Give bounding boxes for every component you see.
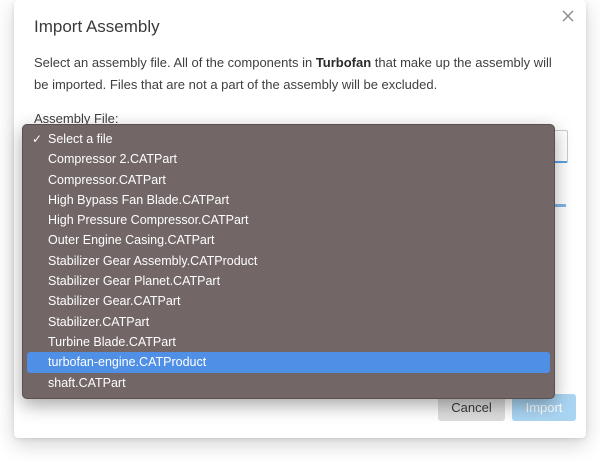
dropdown-option[interactable]: turbofan-engine.CATProduct <box>27 352 550 373</box>
dropdown-option-label: Stabilizer Gear.CATPart <box>48 294 181 309</box>
dropdown-option-label: Compressor.CATPart <box>48 172 166 187</box>
page: Import Assembly Select an assembly file.… <box>0 0 600 462</box>
checkmark-icon: ✓ <box>32 132 43 146</box>
description-text-start: Select an assembly file. All of the comp… <box>34 55 316 70</box>
dropdown-option-label: Turbine Blade.CATPart <box>48 334 176 349</box>
dropdown-option[interactable]: Stabilizer Gear Assembly.CATProduct <box>27 251 550 271</box>
dropdown-option[interactable]: High Pressure Compressor.CATPart <box>27 210 550 230</box>
dropdown-option-label: Select a file <box>48 132 113 146</box>
dropdown-option-label: turbofan-engine.CATProduct <box>48 355 207 370</box>
dropdown-option-label: High Bypass Fan Blade.CATPart <box>48 192 230 207</box>
dropdown-option[interactable]: Compressor.CATPart <box>27 170 550 190</box>
dropdown-option[interactable]: Turbine Blade.CATPart <box>27 332 550 352</box>
dropdown-option[interactable]: Compressor 2.CATPart <box>27 149 550 169</box>
dialog-title: Import Assembly <box>34 17 160 36</box>
dropdown-option[interactable]: Stabilizer Gear.CATPart <box>27 291 550 311</box>
dropdown-option-label: High Pressure Compressor.CATPart <box>48 213 249 228</box>
assembly-name: Turbofan <box>315 55 372 70</box>
dropdown-option[interactable]: shaft.CATPart <box>27 373 550 393</box>
dropdown-option-label: Stabilizer Gear Assembly.CATProduct <box>48 253 258 268</box>
dialog-description: Select an assembly file. All of the comp… <box>34 52 564 96</box>
dropdown-option[interactable]: Outer Engine Casing.CATPart <box>27 230 550 250</box>
close-icon[interactable] <box>560 8 576 24</box>
dropdown-option-label: shaft.CATPart <box>48 375 126 390</box>
dropdown-option-label: Stabilizer.CATPart <box>48 314 150 329</box>
dropdown-option[interactable]: ✓ Select a file <box>27 129 550 149</box>
dropdown-option[interactable]: Stabilizer.CATPart <box>27 312 550 332</box>
dropdown-option-label: Outer Engine Casing.CATPart <box>48 233 215 248</box>
dropdown-option[interactable]: Stabilizer Gear Planet.CATPart <box>27 271 550 291</box>
dropdown-option-label: Stabilizer Gear Planet.CATPart <box>48 274 221 289</box>
dropdown-option[interactable]: High Bypass Fan Blade.CATPart <box>27 190 550 210</box>
dropdown-option-label: Compressor 2.CATPart <box>48 152 177 167</box>
assembly-file-dropdown[interactable]: ✓ Select a file Compressor 2.CATPart Compre… <box>22 124 555 399</box>
